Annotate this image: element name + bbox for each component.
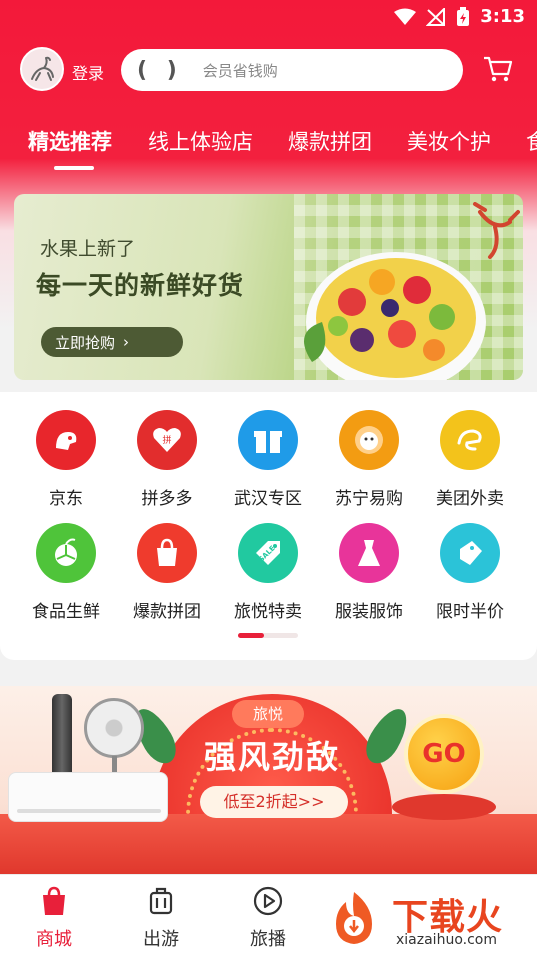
category-suning[interactable]: 苏宁易购 — [319, 392, 419, 509]
orange-fruit-icon — [36, 523, 96, 583]
search-input[interactable]: ( ) 会员省钱购 — [121, 49, 463, 91]
wifi-icon — [394, 8, 417, 25]
tab-beauty[interactable]: 美妆个护 — [407, 126, 491, 156]
banner-subtitle: 水果上新了 — [40, 238, 136, 260]
nav-label: 商城 — [36, 929, 72, 950]
grid-pager — [238, 633, 298, 638]
suning-lion-icon — [339, 410, 399, 470]
buy-now-label: 立即抢购 — [55, 333, 116, 352]
pager-active — [238, 633, 264, 638]
promo-banner[interactable]: 旅悦 强风劲敌 低至2折起>> GO — [0, 686, 537, 874]
tower-fan-image — [52, 694, 72, 784]
pinduoduo-heart-icon: 拼 — [137, 410, 197, 470]
nav-shop[interactable]: 商城 — [14, 881, 94, 951]
promo-subtitle[interactable]: 低至2折起>> — [200, 786, 348, 818]
status-icons: 3:13 — [394, 6, 525, 27]
sale-tag-icon: SALE — [238, 523, 298, 583]
tab-food[interactable]: 食 — [526, 126, 537, 156]
svg-text:拼: 拼 — [162, 434, 171, 446]
shop-bag-icon — [43, 886, 65, 915]
banner-title: 每一天的新鲜好货 — [36, 271, 245, 300]
deer-logo-icon — [31, 56, 54, 81]
category-tabs: 精选推荐 线上体验店 爆款拼团 美妆个护 食 — [0, 122, 537, 172]
category-label: 服装服饰 — [335, 602, 403, 622]
category-label: 限时半价 — [436, 602, 504, 622]
category-pinduoduo[interactable]: 拼 拼多多 — [117, 392, 217, 509]
active-tab-indicator — [54, 166, 94, 170]
avatar[interactable] — [20, 47, 64, 91]
promo-title: 强风劲敌 — [203, 738, 340, 776]
category-lvyue-sale[interactable]: SALE 旅悦特卖 — [218, 505, 318, 622]
buy-now-button[interactable]: 立即抢购 › — [41, 327, 183, 357]
flame-logo-icon — [336, 892, 372, 944]
dress-icon — [339, 523, 399, 583]
shopping-cart-icon[interactable] — [482, 53, 514, 85]
tab-online-store[interactable]: 线上体验店 — [148, 126, 253, 156]
lobster-decoration — [473, 202, 520, 259]
status-time: 3:13 — [480, 6, 525, 27]
category-clothing[interactable]: 服装服饰 — [319, 505, 419, 622]
nav-travel[interactable]: 出游 — [121, 881, 201, 951]
go-button-base — [392, 794, 496, 820]
jd-dog-icon — [36, 410, 96, 470]
category-label: 食品生鲜 — [32, 602, 100, 622]
tab-group-deals[interactable]: 爆款拼团 — [288, 126, 372, 156]
category-wuhan[interactable]: 武汉专区 — [218, 392, 318, 509]
promo-stage — [0, 814, 537, 874]
gift-box-icon — [238, 410, 298, 470]
category-fresh-food[interactable]: 食品生鲜 — [16, 505, 116, 622]
category-grid: 京东 拼 拼多多 武汉专区 苏宁易购 美团外卖 食品生鲜 爆款拼团 SALE 旅… — [0, 392, 537, 660]
nav-live[interactable]: 旅播 — [228, 881, 308, 951]
category-group-deals[interactable]: 爆款拼团 — [117, 505, 217, 622]
category-label: 旅悦特卖 — [234, 602, 302, 622]
category-half-price[interactable]: 限时半价 — [420, 505, 520, 622]
login-link[interactable]: 登录 — [72, 60, 104, 84]
chevron-right-icon: › — [123, 333, 130, 351]
hero-banner[interactable]: 水果上新了 每一天的新鲜好货 立即抢购 › — [14, 194, 523, 380]
search-placeholder: 会员省钱购 — [202, 61, 278, 80]
category-jd[interactable]: 京东 — [16, 392, 116, 509]
play-icon — [253, 886, 283, 916]
category-label: 爆款拼团 — [133, 602, 201, 622]
desk-fan-image — [84, 698, 144, 758]
search-brackets-icon: ( ) — [137, 57, 183, 83]
nav-label: 出游 — [143, 929, 179, 950]
no-signal-icon — [426, 7, 446, 26]
shopping-bag-icon — [137, 523, 197, 583]
half-price-tag-icon — [440, 523, 500, 583]
fruit-bowl-image — [304, 252, 486, 380]
watermark: 下载火 xiazaihuo.com — [318, 884, 537, 956]
luggage-icon — [149, 887, 173, 915]
go-label: GO — [422, 739, 466, 769]
promo-tag: 旅悦 — [232, 700, 304, 728]
tab-featured[interactable]: 精选推荐 — [28, 126, 112, 156]
air-conditioner-image — [8, 772, 168, 822]
go-button[interactable]: GO — [404, 714, 484, 794]
ac-vent — [17, 809, 161, 813]
category-meituan[interactable]: 美团外卖 — [420, 392, 520, 509]
meituan-kangaroo-icon — [440, 410, 500, 470]
battery-charging-icon — [457, 6, 470, 26]
status-bar: 3:13 — [0, 0, 537, 36]
nav-label: 旅播 — [250, 929, 286, 950]
watermark-url: xiazaihuo.com — [396, 932, 497, 948]
